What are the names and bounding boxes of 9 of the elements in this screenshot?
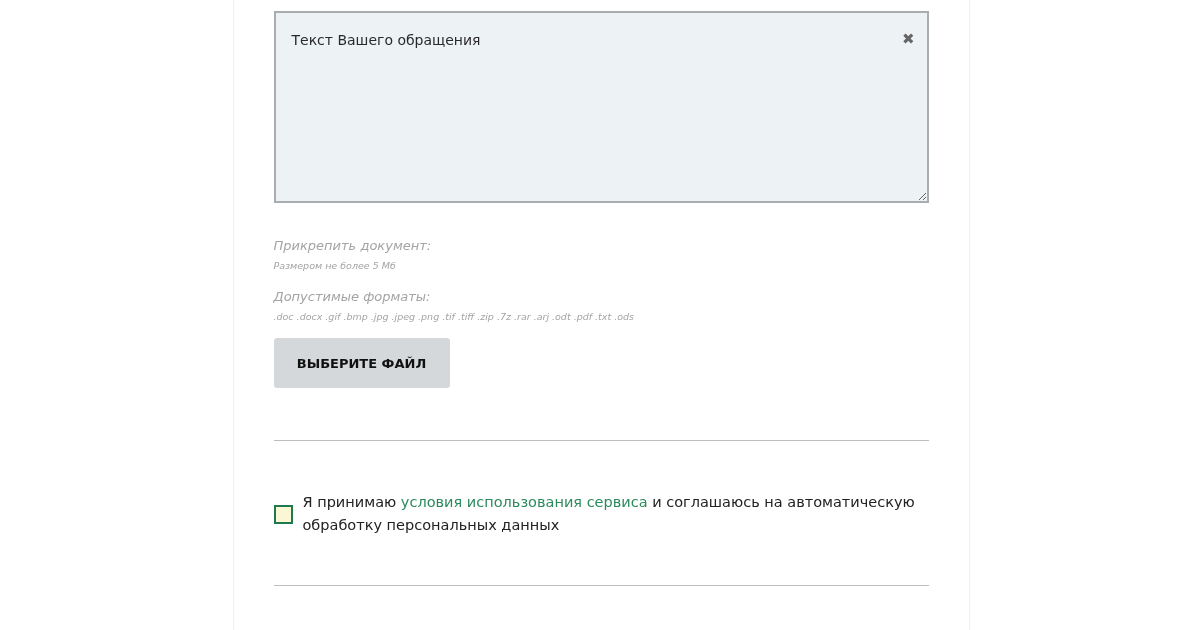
formats-label: Допустимые форматы: bbox=[273, 288, 432, 305]
terms-link[interactable]: условия использования сервиса bbox=[400, 494, 648, 510]
consent-checkbox[interactable] bbox=[273, 504, 293, 524]
formats-list: .doc .docx .gif .bmp .jpg .jpeg .png .tif .tiff .zip .7z .rar .arj .odt .pdf .txt .ods bbox=[273, 311, 929, 323]
message-field[interactable]: Текст Вашего обращения ✖ bbox=[273, 11, 929, 203]
size-note: Размером не более 5 Мб bbox=[273, 260, 397, 272]
attach-label: Прикрепить документ: bbox=[273, 237, 433, 254]
consent-text: Я принимаю условия использования сервиса и соглашаюсь на автоматическую обработку персональных данных bbox=[302, 493, 916, 535]
choose-file-button[interactable]: ВЫБЕРИТЕ ФАЙЛ bbox=[273, 338, 450, 388]
